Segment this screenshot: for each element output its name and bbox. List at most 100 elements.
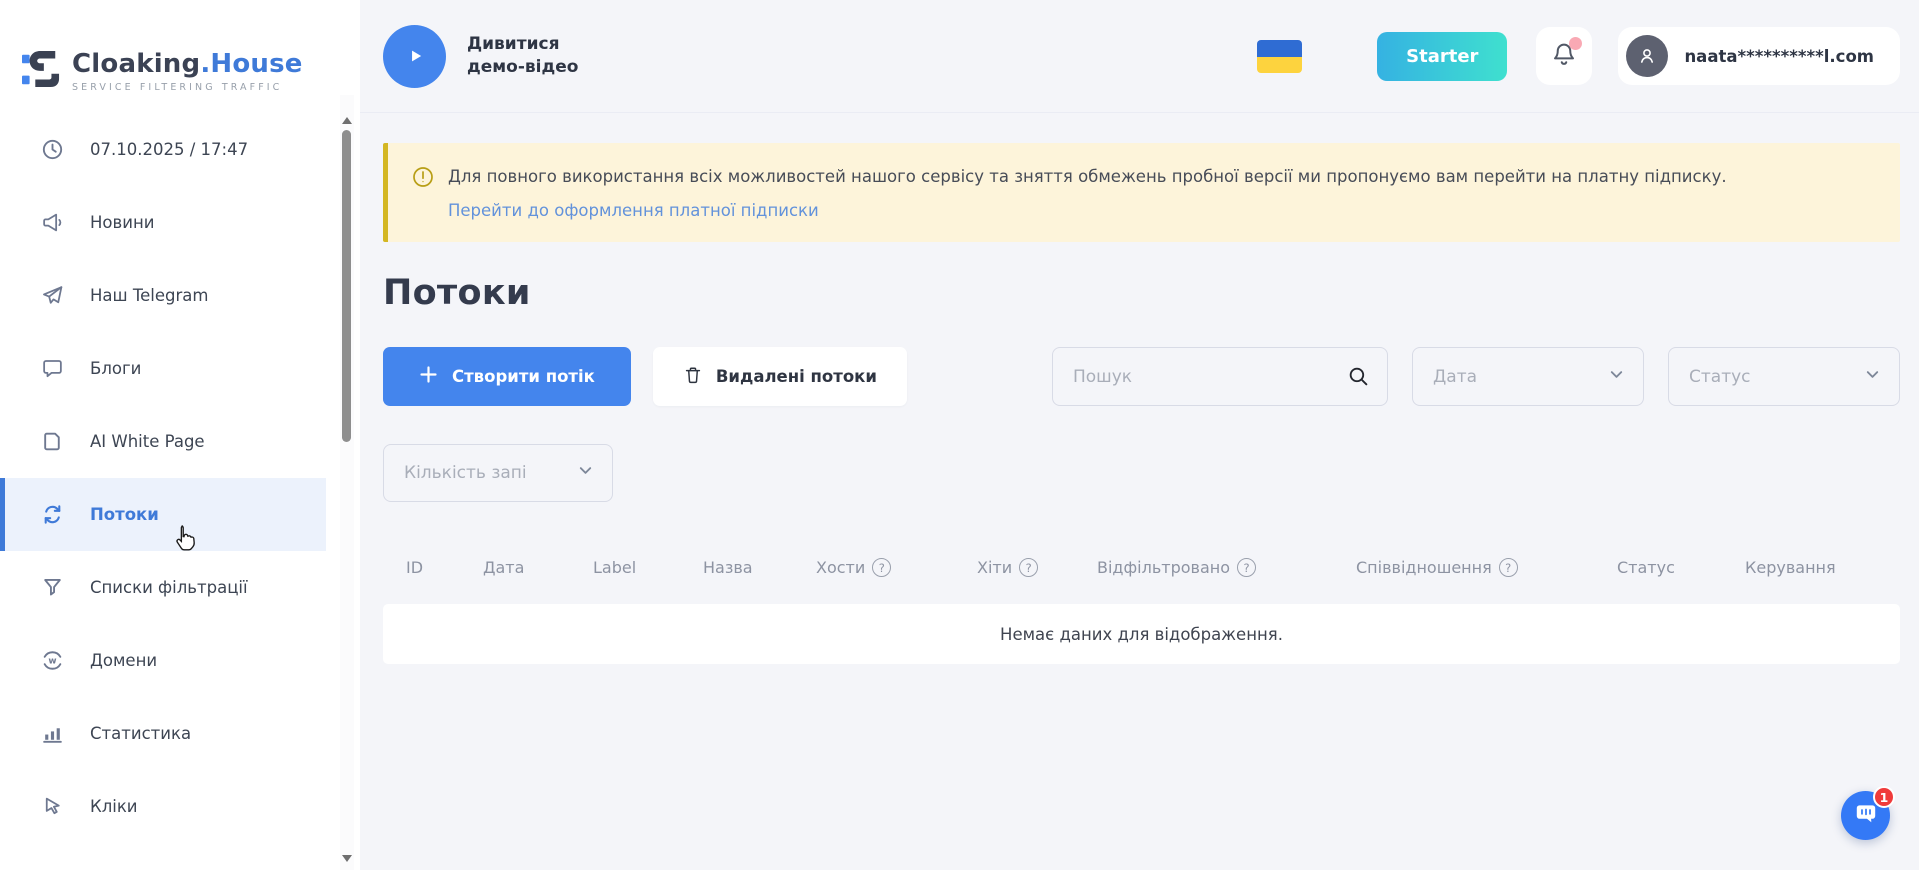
sync-icon — [40, 503, 64, 527]
chat-icon — [1853, 801, 1879, 831]
date-filter-select[interactable]: Дата — [1412, 347, 1644, 406]
sidebar-item-ai-white-page[interactable]: AI White Page — [0, 405, 326, 478]
col-id: ID — [406, 558, 423, 577]
col-name: Назва — [703, 558, 753, 577]
main-content: Дивитися демо-відео Starter — [360, 0, 1919, 870]
scrollbar-thumb[interactable] — [342, 130, 351, 442]
trial-warning-banner: Для повного використання всіх можливосте… — [383, 143, 1900, 242]
col-label: Назва — [703, 558, 753, 577]
topbar-right: Starter naata**********l.com — [1257, 27, 1900, 85]
empty-message: Немає даних для відображення. — [1000, 625, 1283, 644]
flag-blue-stripe — [1257, 40, 1302, 57]
mouse-cursor — [170, 523, 200, 559]
sidebar-item-flows[interactable]: Потоки — [0, 478, 326, 551]
sidebar: Cloaking.House SERVICE FILTERING TRAFFIC… — [0, 0, 360, 870]
notifications-button[interactable] — [1536, 27, 1592, 85]
brand-name: Cloaking — [72, 49, 200, 79]
status-filter-label: Статус — [1689, 367, 1751, 387]
col-label: Дата — [483, 558, 524, 577]
search-box — [1052, 347, 1388, 406]
help-icon[interactable]: ? — [1237, 558, 1256, 577]
sidebar-item-filter-lists[interactable]: Списки фільтрації — [0, 551, 326, 624]
date-filter-label: Дата — [1433, 367, 1477, 387]
sidebar-item-domains[interactable]: w Домени — [0, 624, 326, 697]
megaphone-icon — [40, 211, 64, 235]
funnel-icon — [40, 576, 64, 600]
chat-widget-button[interactable]: 1 — [1841, 791, 1890, 840]
sidebar-item-label: Наш Telegram — [90, 286, 208, 305]
cursor-icon — [40, 795, 64, 819]
sidebar-item-blogs[interactable]: Блоги — [0, 332, 326, 405]
sidebar-item-label: Потоки — [90, 505, 159, 524]
scrollbar-up-arrow[interactable] — [342, 117, 352, 124]
sidebar-menu: 07.10.2025 / 17:47 Новини Наш Telegram Б… — [0, 113, 326, 843]
play-icon[interactable] — [383, 25, 446, 88]
language-flag-ukraine[interactable] — [1257, 40, 1302, 73]
create-flow-button[interactable]: Створити потік — [383, 347, 631, 406]
per-page-label: Кількість запі — [404, 463, 527, 483]
brand-tagline: SERVICE FILTERING TRAFFIC — [72, 82, 303, 93]
sidebar-item-datetime[interactable]: 07.10.2025 / 17:47 — [0, 113, 326, 186]
chevron-down-icon — [1608, 366, 1625, 388]
col-filtered: Відфільтровано? — [1097, 558, 1256, 577]
scrollbar-down-arrow[interactable] — [342, 855, 352, 862]
col-label: Label — [593, 558, 636, 577]
help-icon[interactable]: ? — [1499, 558, 1518, 577]
chevron-down-icon — [577, 462, 594, 484]
sidebar-item-label: 07.10.2025 / 17:47 — [90, 140, 248, 159]
col-label: Хіти — [977, 558, 1012, 577]
page-body: Для повного використання всіх можливосте… — [360, 113, 1919, 664]
help-icon[interactable]: ? — [1019, 558, 1038, 577]
brand-logo[interactable]: Cloaking.House SERVICE FILTERING TRAFFIC — [0, 0, 360, 113]
col-label: Label — [593, 558, 636, 577]
sidebar-item-label: Статистика — [90, 724, 191, 743]
col-label: Керування — [1745, 558, 1836, 577]
toolbar: Створити потік Видалені потоки Дата — [383, 347, 1900, 406]
sidebar-item-label: Списки фільтрації — [90, 578, 248, 597]
table-empty-state: Немає даних для відображення. — [383, 604, 1900, 664]
clock-icon — [40, 138, 64, 162]
help-icon[interactable]: ? — [872, 558, 891, 577]
sidebar-item-label: Кліки — [90, 797, 138, 816]
user-account-button[interactable]: naata**********l.com — [1618, 27, 1900, 85]
plan-badge[interactable]: Starter — [1377, 32, 1507, 81]
search-icon[interactable] — [1347, 365, 1370, 392]
col-status: Статус — [1617, 558, 1675, 577]
sidebar-item-clicks[interactable]: Кліки — [0, 770, 326, 843]
user-email: naata**********l.com — [1684, 47, 1874, 66]
col-hosts: Хости? — [816, 558, 891, 577]
sidebar-item-statistics[interactable]: Статистика — [0, 697, 326, 770]
search-input[interactable] — [1052, 347, 1388, 406]
brand-logo-icon — [22, 46, 60, 96]
col-label: ID — [406, 558, 423, 577]
user-avatar — [1626, 35, 1668, 77]
col-label: Співвідношення — [1356, 558, 1492, 577]
col-label: Хости — [816, 558, 865, 577]
topbar: Дивитися демо-відео Starter — [360, 0, 1919, 113]
status-filter-select[interactable]: Статус — [1668, 347, 1900, 406]
sidebar-item-label: AI White Page — [90, 432, 205, 451]
banner-message: Для повного використання всіх можливосте… — [448, 165, 1727, 188]
warning-icon — [412, 166, 434, 188]
sidebar-item-news[interactable]: Новини — [0, 186, 326, 259]
sidebar-item-label: Новини — [90, 213, 154, 232]
sidebar-item-telegram[interactable]: Наш Telegram — [0, 259, 326, 332]
col-hits: Хіти? — [977, 558, 1038, 577]
page-title: Потоки — [383, 273, 1900, 313]
per-page-select[interactable]: Кількість запі — [383, 444, 613, 502]
col-ratio: Співвідношення? — [1356, 558, 1518, 577]
svg-text:w: w — [48, 657, 56, 667]
demo-video-button[interactable]: Дивитися демо-відео — [383, 25, 595, 88]
col-label: Статус — [1617, 558, 1675, 577]
upgrade-subscription-link[interactable]: Перейти до оформлення платної підписки — [448, 201, 819, 220]
chat-bubble-icon — [40, 357, 64, 381]
telegram-icon — [40, 284, 64, 308]
col-label: Відфільтровано — [1097, 558, 1230, 577]
sidebar-item-label: Блоги — [90, 359, 141, 378]
demo-video-label: Дивитися демо-відео — [467, 33, 595, 79]
deleted-flows-button[interactable]: Видалені потоки — [653, 347, 907, 406]
flag-yellow-stripe — [1257, 57, 1302, 73]
chat-unread-badge: 1 — [1873, 786, 1895, 808]
sidebar-scrollbar[interactable] — [340, 95, 354, 870]
page-icon — [40, 430, 64, 454]
